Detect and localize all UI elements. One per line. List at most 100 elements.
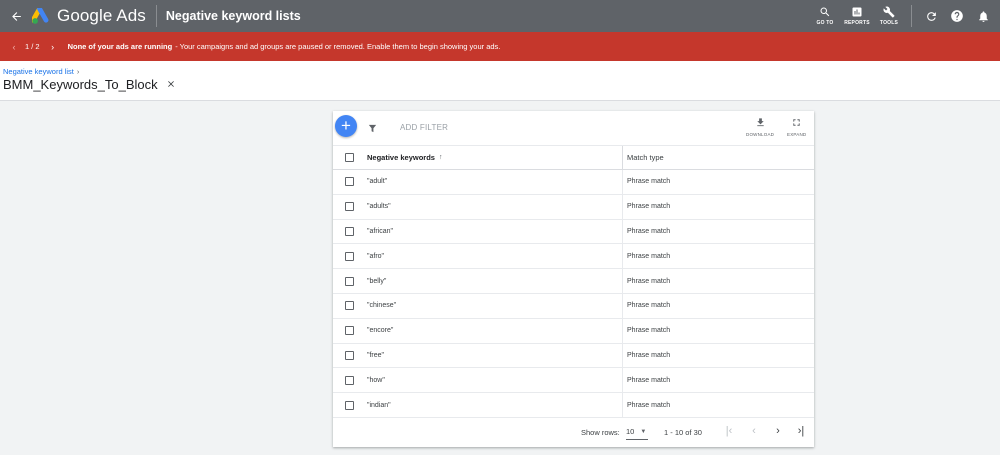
arrow-back-icon[interactable] bbox=[2, 0, 30, 32]
first-page-icon[interactable]: |‹ bbox=[722, 425, 736, 437]
tools-button[interactable]: TOOLS bbox=[873, 6, 905, 26]
table-row[interactable]: "free" Phrase match bbox=[333, 343, 814, 369]
row-checkbox[interactable] bbox=[345, 326, 354, 336]
rows-per-page-value: 10 bbox=[626, 427, 635, 436]
notifications-button[interactable] bbox=[970, 0, 996, 32]
add-keyword-button[interactable]: + bbox=[335, 115, 357, 137]
tools-label: TOOLS bbox=[879, 20, 899, 26]
table-row[interactable]: "belly" Phrase match bbox=[333, 269, 814, 294]
keyword-cell: "how" bbox=[367, 376, 385, 384]
match-type-cell: Phrase match bbox=[622, 219, 814, 244]
table-footer: Show rows: 10 ▼ 1 - 10 of 30 |‹ ‹ › ›| bbox=[333, 417, 814, 447]
expand-button[interactable]: EXPAND bbox=[787, 117, 806, 137]
table-header: Negative keywords ↑ Match type bbox=[333, 145, 814, 170]
search-icon bbox=[820, 7, 830, 17]
plus-icon: + bbox=[341, 116, 351, 135]
row-checkbox[interactable] bbox=[345, 350, 354, 360]
download-button[interactable]: DOWNLOAD bbox=[746, 117, 774, 137]
alert-banner: ‹ 1 / 2 › None of your ads are running -… bbox=[0, 32, 1000, 61]
goto-label: GO TO bbox=[816, 20, 834, 26]
app-name: Google Ads bbox=[57, 6, 146, 25]
page-header: Negative keyword list › BMM_Keywords_To_B… bbox=[0, 61, 1000, 101]
table-toolbar: + ADD FILTER DOWNLOAD EXPAND bbox=[333, 111, 814, 145]
row-checkbox[interactable] bbox=[345, 400, 354, 410]
reports-icon bbox=[852, 7, 862, 17]
keyword-cell: "afro" bbox=[367, 252, 385, 260]
match-type-cell: Phrase match bbox=[622, 170, 814, 194]
google-ads-logo[interactable]: Google Ads bbox=[32, 6, 146, 26]
wrench-icon bbox=[883, 6, 895, 18]
row-checkbox[interactable] bbox=[345, 276, 354, 286]
row-checkbox[interactable] bbox=[345, 301, 354, 311]
select-underline bbox=[626, 439, 648, 440]
breadcrumb-separator: › bbox=[76, 67, 80, 76]
divider bbox=[911, 5, 912, 27]
list-name: BMM_Keywords_To_Block bbox=[3, 77, 158, 92]
download-label: DOWNLOAD bbox=[746, 132, 775, 137]
chevron-left-icon[interactable]: ‹ bbox=[9, 42, 19, 52]
chevron-right-icon[interactable]: › bbox=[48, 42, 58, 52]
column-header-label: Negative keywords bbox=[367, 153, 435, 162]
row-checkbox[interactable] bbox=[345, 202, 354, 212]
reports-label: REPORTS bbox=[844, 20, 870, 26]
table-row[interactable]: "adult" Phrase match bbox=[333, 170, 814, 195]
close-icon[interactable] bbox=[166, 77, 176, 92]
keywords-table-card: + ADD FILTER DOWNLOAD EXPAND Negative ke… bbox=[333, 111, 814, 447]
keyword-cell: "indian" bbox=[367, 401, 391, 409]
match-type-cell: Phrase match bbox=[622, 318, 814, 343]
table-row[interactable]: "encore" Phrase match bbox=[333, 318, 814, 344]
refresh-button[interactable] bbox=[918, 0, 944, 32]
refresh-icon bbox=[926, 11, 936, 21]
column-header-keywords[interactable]: Negative keywords ↑ bbox=[366, 153, 622, 162]
prev-page-icon[interactable]: ‹ bbox=[747, 425, 761, 437]
table-body: "adult" Phrase match "adults" Phrase match… bbox=[333, 170, 814, 418]
alert-title: None of your ads are running bbox=[67, 42, 173, 51]
keyword-cell: "free" bbox=[367, 351, 385, 359]
match-type-cell: Phrase match bbox=[622, 293, 814, 318]
dropdown-arrow-icon: ▼ bbox=[640, 428, 647, 435]
divider bbox=[155, 5, 157, 27]
keyword-cell: "african" bbox=[367, 227, 393, 235]
goto-button[interactable]: GO TO bbox=[809, 6, 841, 26]
add-filter-button[interactable]: ADD FILTER bbox=[400, 123, 448, 132]
sort-arrow-up-icon: ↑ bbox=[438, 154, 443, 161]
table-row[interactable]: "adults" Phrase match bbox=[333, 194, 814, 220]
row-checkbox[interactable] bbox=[345, 177, 354, 187]
reports-button[interactable]: REPORTS bbox=[841, 6, 873, 26]
page-title: Negative keyword lists bbox=[165, 9, 301, 23]
rows-per-page-select[interactable]: 10 ▼ bbox=[626, 427, 648, 440]
keyword-cell: "encore" bbox=[367, 327, 394, 335]
show-rows-label: Show rows: bbox=[581, 428, 620, 437]
match-type-cell: Phrase match bbox=[622, 343, 814, 368]
match-type-cell: Phrase match bbox=[622, 269, 814, 293]
download-icon bbox=[756, 118, 764, 127]
match-type-cell: Phrase match bbox=[622, 194, 814, 219]
help-icon bbox=[951, 10, 963, 22]
alert-message: - Your campaigns and ad groups are pause… bbox=[175, 42, 501, 51]
filter-icon[interactable] bbox=[367, 121, 378, 139]
next-page-icon[interactable]: › bbox=[771, 425, 785, 437]
breadcrumb-link[interactable]: Negative keyword list bbox=[3, 67, 74, 76]
match-type-cell: Phrase match bbox=[622, 368, 814, 393]
row-checkbox[interactable] bbox=[345, 375, 354, 385]
table-row[interactable]: "how" Phrase match bbox=[333, 368, 814, 394]
last-page-icon[interactable]: ›| bbox=[794, 425, 808, 437]
table-row[interactable]: "afro" Phrase match bbox=[333, 244, 814, 270]
keyword-cell: "adult" bbox=[367, 178, 388, 186]
bell-icon bbox=[978, 10, 988, 22]
top-app-bar: Google Ads Negative keyword lists GO TO … bbox=[0, 0, 1000, 32]
help-button[interactable] bbox=[944, 0, 970, 32]
alert-counter: 1 / 2 bbox=[25, 42, 40, 51]
row-checkbox[interactable] bbox=[345, 226, 354, 236]
column-header-match-type[interactable]: Match type bbox=[622, 146, 814, 169]
table-row[interactable]: "chinese" Phrase match bbox=[333, 293, 814, 319]
select-all-checkbox[interactable] bbox=[345, 153, 354, 162]
keyword-cell: "chinese" bbox=[367, 302, 397, 310]
table-row[interactable]: "indian" Phrase match bbox=[333, 393, 814, 418]
table-row[interactable]: "african" Phrase match bbox=[333, 219, 814, 245]
pagination-range: 1 - 10 of 30 bbox=[664, 428, 702, 437]
row-checkbox[interactable] bbox=[345, 251, 354, 261]
list-title: BMM_Keywords_To_Block bbox=[3, 77, 176, 92]
fullscreen-icon bbox=[793, 119, 800, 126]
expand-label: EXPAND bbox=[787, 132, 807, 137]
